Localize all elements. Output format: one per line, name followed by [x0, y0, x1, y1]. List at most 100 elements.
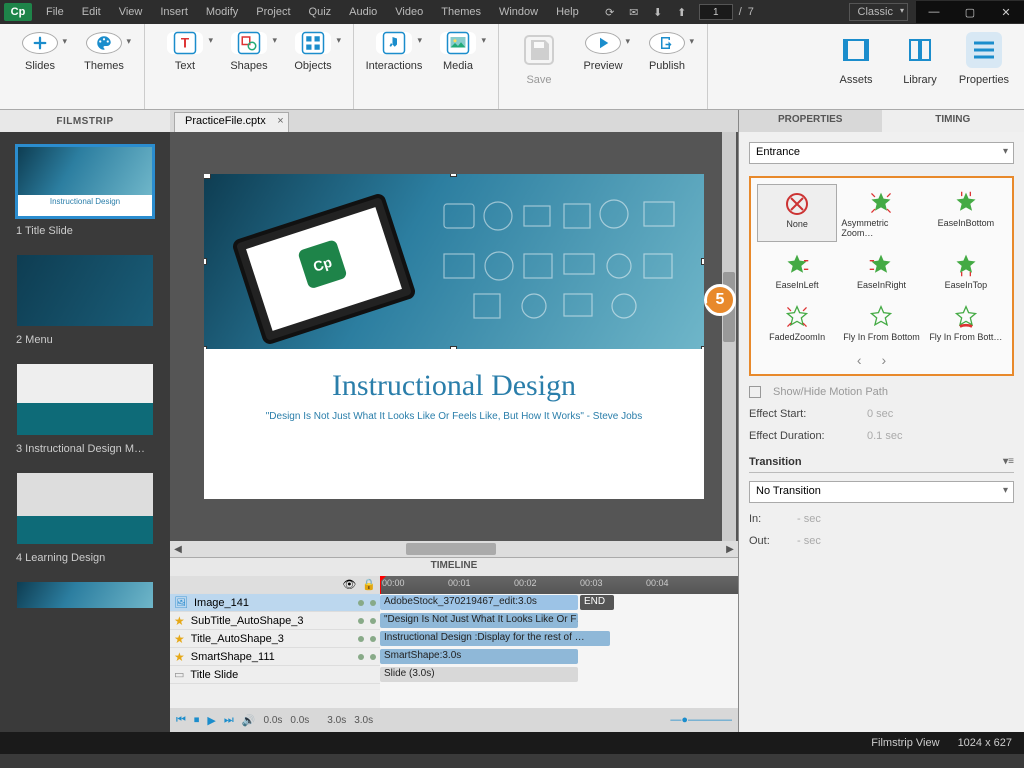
filmstrip-header: FILMSTRIP	[0, 110, 170, 132]
timeline-bar-5[interactable]: Slide (3.0s)	[380, 667, 578, 682]
timeline-ruler[interactable]: 00:00 00:01 00:02 00:03 00:04	[380, 576, 738, 594]
tab-label: PracticeFile.cptx	[185, 115, 266, 127]
effect-flyinbottom[interactable]: Fly In From Bottom	[841, 298, 921, 346]
properties-button[interactable]: Properties	[952, 28, 1016, 107]
menu-insert[interactable]: Insert	[152, 6, 196, 18]
timeline-bar-4[interactable]: SmartShape:3.0s	[380, 649, 578, 664]
menu-audio[interactable]: Audio	[341, 6, 385, 18]
properties-tab[interactable]: PROPERTIES	[739, 110, 882, 132]
timeline-row-3[interactable]: ★Title_AutoShape_3	[170, 630, 380, 648]
effect-duration-value[interactable]: 0.1 sec	[867, 430, 902, 442]
horizontal-scrollbar[interactable]: ◀▶	[170, 541, 738, 557]
timeline-end-bar: END	[580, 595, 614, 610]
download-icon[interactable]: ⬇	[651, 5, 665, 19]
minimize-button[interactable]: —	[916, 1, 952, 23]
effects-prev-icon[interactable]: ‹	[857, 352, 882, 368]
menu-modify[interactable]: Modify	[198, 6, 246, 18]
shapes-button[interactable]: Shapes	[217, 28, 281, 107]
vertical-scrollbar[interactable]	[722, 132, 736, 541]
effect-easeinbottom[interactable]: EaseInBottom	[926, 184, 1006, 242]
workspace-dropdown[interactable]: Classic	[849, 3, 908, 21]
menu-help[interactable]: Help	[548, 6, 587, 18]
menu-view[interactable]: View	[111, 6, 151, 18]
section-menu-icon[interactable]: ▾≡	[1003, 456, 1014, 468]
sync-icon[interactable]: ⟳	[603, 5, 617, 19]
menu-quiz[interactable]: Quiz	[301, 6, 340, 18]
slide-icon: ▭	[174, 668, 184, 681]
motion-path-checkbox[interactable]	[749, 386, 761, 398]
menu-video[interactable]: Video	[387, 6, 431, 18]
filmstrip-thumb-5[interactable]	[15, 580, 155, 610]
timeline-row-2[interactable]: ★SubTitle_AutoShape_3	[170, 612, 380, 630]
text-button[interactable]: T Text	[153, 28, 217, 107]
timeline-panel: TIMELINE 👁 🔒 🖼Image_141 ★SubTitle_AutoSh…	[170, 557, 738, 732]
effect-none[interactable]: None	[757, 184, 837, 242]
effect-flyinbott2[interactable]: Fly In From Bott…	[926, 298, 1006, 346]
slide-stage: ⟲ Cp	[204, 174, 704, 499]
mail-icon[interactable]: ✉	[627, 5, 641, 19]
document-tabbar: PracticeFile.cptx ×	[170, 110, 738, 132]
filmstrip-thumb-3[interactable]	[15, 362, 155, 437]
playhead[interactable]	[380, 576, 381, 594]
menu-file[interactable]: File	[38, 6, 72, 18]
save-label: Save	[526, 74, 551, 86]
zoom-slider[interactable]: —●————	[670, 714, 732, 726]
entrance-dropdown[interactable]: Entrance	[749, 142, 1014, 164]
assets-label: Assets	[839, 74, 872, 86]
page-current-input[interactable]	[699, 4, 733, 20]
canvas[interactable]: ⟲ Cp	[170, 132, 738, 541]
forward-icon[interactable]: ⏭	[224, 714, 234, 727]
maximize-button[interactable]: ▢	[952, 1, 988, 23]
effect-asymzoom[interactable]: Asymmetric Zoom…	[841, 184, 921, 242]
timeline-bar-1[interactable]: AdobeStock_370219467_edit:3.0s	[380, 595, 578, 610]
transition-dropdown[interactable]: No Transition	[749, 481, 1014, 503]
publish-button[interactable]: Publish	[635, 28, 699, 107]
image-icon: 🖼	[174, 596, 188, 609]
menu-window[interactable]: Window	[491, 6, 546, 18]
play-icon[interactable]: ▶	[207, 714, 215, 727]
library-label: Library	[903, 74, 937, 86]
shapes-label: Shapes	[230, 60, 267, 72]
status-bar: Filmstrip View 1024 x 627	[0, 732, 1024, 754]
slides-label: Slides	[25, 60, 55, 72]
stop-icon[interactable]: ⏹	[194, 714, 200, 727]
filmstrip-thumb-2[interactable]	[15, 253, 155, 328]
media-button[interactable]: Media	[426, 28, 490, 107]
objects-button[interactable]: Objects	[281, 28, 345, 107]
effects-next-icon[interactable]: ›	[882, 352, 907, 368]
timeline-row-5[interactable]: ▭Title Slide	[170, 666, 380, 684]
effect-fadedzoomin[interactable]: FadedZoomIn	[757, 298, 837, 346]
effect-easeinright[interactable]: EaseInRight	[841, 246, 921, 294]
timeline-row-1[interactable]: 🖼Image_141	[170, 594, 380, 612]
lock-icon[interactable]: 🔒	[362, 578, 376, 591]
timeline-bar-3[interactable]: Instructional Design :Display for the re…	[380, 631, 610, 646]
interactions-button[interactable]: Interactions	[362, 28, 426, 107]
filmstrip-thumb-4[interactable]	[15, 471, 155, 546]
tab-close-icon[interactable]: ×	[277, 115, 283, 127]
effect-easeintop[interactable]: EaseInTop	[926, 246, 1006, 294]
themes-button[interactable]: Themes	[72, 28, 136, 107]
filmstrip-panel: FILMSTRIP Instructional Design 1 Title S…	[0, 110, 170, 732]
timeline-row-4[interactable]: ★SmartShape_111	[170, 648, 380, 666]
assets-button[interactable]: Assets	[824, 28, 888, 107]
menu-project[interactable]: Project	[248, 6, 298, 18]
effect-start-value[interactable]: 0 sec	[867, 408, 893, 420]
star-icon: ★	[174, 632, 185, 646]
preview-button[interactable]: Preview	[571, 28, 635, 107]
slides-button[interactable]: Slides	[8, 28, 72, 107]
timing-tab[interactable]: TIMING	[882, 110, 1024, 132]
close-button[interactable]: ✕	[988, 1, 1024, 23]
menu-themes[interactable]: Themes	[433, 6, 489, 18]
rewind-icon[interactable]: ⏮	[176, 714, 186, 727]
audio-icon[interactable]: 🔊	[242, 714, 256, 727]
menu-edit[interactable]: Edit	[74, 6, 109, 18]
page-total: 7	[748, 6, 754, 18]
filmstrip-thumb-1[interactable]: Instructional Design	[15, 144, 155, 219]
upload-icon[interactable]: ⬆	[675, 5, 689, 19]
library-button[interactable]: Library	[888, 28, 952, 107]
eye-icon[interactable]: 👁	[342, 578, 356, 591]
timeline-bar-2[interactable]: "Design Is Not Just What It Looks Like O…	[380, 613, 578, 628]
document-tab[interactable]: PracticeFile.cptx ×	[174, 112, 289, 132]
effect-easeinleft[interactable]: EaseInLeft	[757, 246, 837, 294]
selected-image[interactable]: ⟲ Cp	[204, 174, 704, 349]
